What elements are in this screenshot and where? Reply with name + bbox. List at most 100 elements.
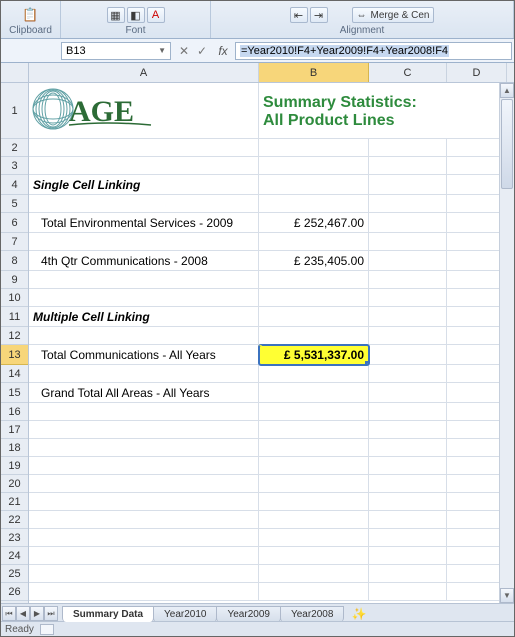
row-header-4[interactable]: 4	[1, 175, 28, 195]
cell-C26[interactable]	[369, 583, 447, 601]
cell-D17[interactable]	[447, 421, 507, 439]
col-header-C[interactable]: C	[369, 63, 447, 82]
scroll-down-button[interactable]: ▼	[500, 588, 514, 603]
tab-year2008[interactable]: Year2008	[280, 606, 344, 622]
macro-record-button[interactable]	[40, 624, 54, 635]
cell-A23[interactable]	[29, 529, 259, 547]
cell-C15[interactable]	[369, 383, 447, 403]
tab-year2010[interactable]: Year2010	[153, 606, 217, 622]
cell-B5[interactable]	[259, 195, 369, 213]
cell-D3[interactable]	[447, 157, 507, 175]
row-header-23[interactable]: 23	[1, 529, 28, 547]
row-header-1[interactable]: 1	[1, 83, 28, 139]
cell-A25[interactable]	[29, 565, 259, 583]
cell-A12[interactable]	[29, 327, 259, 345]
cell-D15[interactable]	[447, 383, 507, 403]
row-header-22[interactable]: 22	[1, 511, 28, 529]
row-header-17[interactable]: 17	[1, 421, 28, 439]
clipboard-icon[interactable]: 📋	[21, 7, 41, 23]
cell-A5[interactable]	[29, 195, 259, 213]
tab-nav-first[interactable]: ⏮	[2, 606, 16, 621]
cell-D24[interactable]	[447, 547, 507, 565]
cell-D20[interactable]	[447, 475, 507, 493]
cell-B20[interactable]	[259, 475, 369, 493]
cell-A2[interactable]	[29, 139, 259, 157]
cell-B14[interactable]	[259, 365, 369, 383]
tab-summary-data[interactable]: Summary Data	[62, 606, 154, 622]
name-box[interactable]: B13 ▼	[61, 42, 171, 60]
row-header-5[interactable]: 5	[1, 195, 28, 213]
cell-C20[interactable]	[369, 475, 447, 493]
cell-A10[interactable]	[29, 289, 259, 307]
font-border-button[interactable]: ▦	[107, 7, 125, 23]
cell-B6[interactable]: £ 252,467.00	[259, 213, 369, 233]
scroll-thumb[interactable]	[501, 99, 513, 189]
cell-D13[interactable]	[447, 345, 507, 365]
cell-C19[interactable]	[369, 457, 447, 475]
formula-cancel-button[interactable]: ✕	[175, 42, 193, 60]
cell-A11[interactable]: Multiple Cell Linking	[29, 307, 259, 327]
cell-D18[interactable]	[447, 439, 507, 457]
tab-nav-last[interactable]: ⏭	[44, 606, 58, 621]
cell-C9[interactable]	[369, 271, 447, 289]
row-header-24[interactable]: 24	[1, 547, 28, 565]
cell-A4[interactable]: Single Cell Linking	[29, 175, 259, 195]
cell-B22[interactable]	[259, 511, 369, 529]
scroll-up-button[interactable]: ▲	[500, 83, 514, 98]
cell-B26[interactable]	[259, 583, 369, 601]
cell-D7[interactable]	[447, 233, 507, 251]
cell-C25[interactable]	[369, 565, 447, 583]
cell-C16[interactable]	[369, 403, 447, 421]
cell-A3[interactable]	[29, 157, 259, 175]
cell-D5[interactable]	[447, 195, 507, 213]
cell-C6[interactable]	[369, 213, 447, 233]
cell-B19[interactable]	[259, 457, 369, 475]
cell-C3[interactable]	[369, 157, 447, 175]
cell-D11[interactable]	[447, 307, 507, 327]
cell-D14[interactable]	[447, 365, 507, 383]
cell-A17[interactable]	[29, 421, 259, 439]
insert-sheet-button[interactable]: ✨	[349, 607, 369, 621]
font-fill-button[interactable]: ◧	[127, 7, 145, 23]
cell-B15[interactable]	[259, 383, 369, 403]
name-box-dropdown-icon[interactable]: ▼	[158, 46, 166, 55]
cell-B16[interactable]	[259, 403, 369, 421]
cell-A14[interactable]	[29, 365, 259, 383]
row-header-13[interactable]: 13	[1, 345, 28, 365]
col-header-B[interactable]: B	[259, 63, 369, 82]
cell-D21[interactable]	[447, 493, 507, 511]
row-header-11[interactable]: 11	[1, 307, 28, 327]
cell-B24[interactable]	[259, 547, 369, 565]
row-header-3[interactable]: 3	[1, 157, 28, 175]
cell-C10[interactable]	[369, 289, 447, 307]
row-header-14[interactable]: 14	[1, 365, 28, 383]
cell-A22[interactable]	[29, 511, 259, 529]
row-header-10[interactable]: 10	[1, 289, 28, 307]
row-header-21[interactable]: 21	[1, 493, 28, 511]
cell-A20[interactable]	[29, 475, 259, 493]
cell-D26[interactable]	[447, 583, 507, 601]
cell-D12[interactable]	[447, 327, 507, 345]
cell-A6[interactable]: Total Environmental Services - 2009	[29, 213, 259, 233]
font-color-button[interactable]: A	[147, 7, 165, 23]
cell-A18[interactable]	[29, 439, 259, 457]
cell-B11[interactable]	[259, 307, 369, 327]
cell-C23[interactable]	[369, 529, 447, 547]
cell-A13[interactable]: Total Communications - All Years	[29, 345, 259, 365]
cell-D23[interactable]	[447, 529, 507, 547]
col-header-D[interactable]: D	[447, 63, 507, 82]
cell-B1[interactable]: Summary Statistics: All Product Lines	[259, 83, 507, 139]
cell-C8[interactable]	[369, 251, 447, 271]
row-header-2[interactable]: 2	[1, 139, 28, 157]
tab-nav-next[interactable]: ▶	[30, 606, 44, 621]
cell-C22[interactable]	[369, 511, 447, 529]
row-header-7[interactable]: 7	[1, 233, 28, 251]
cell-B25[interactable]	[259, 565, 369, 583]
row-header-6[interactable]: 6	[1, 213, 28, 233]
cell-A7[interactable]	[29, 233, 259, 251]
cell-C24[interactable]	[369, 547, 447, 565]
row-header-26[interactable]: 26	[1, 583, 28, 601]
cell-C11[interactable]	[369, 307, 447, 327]
cell-D9[interactable]	[447, 271, 507, 289]
cell-D16[interactable]	[447, 403, 507, 421]
